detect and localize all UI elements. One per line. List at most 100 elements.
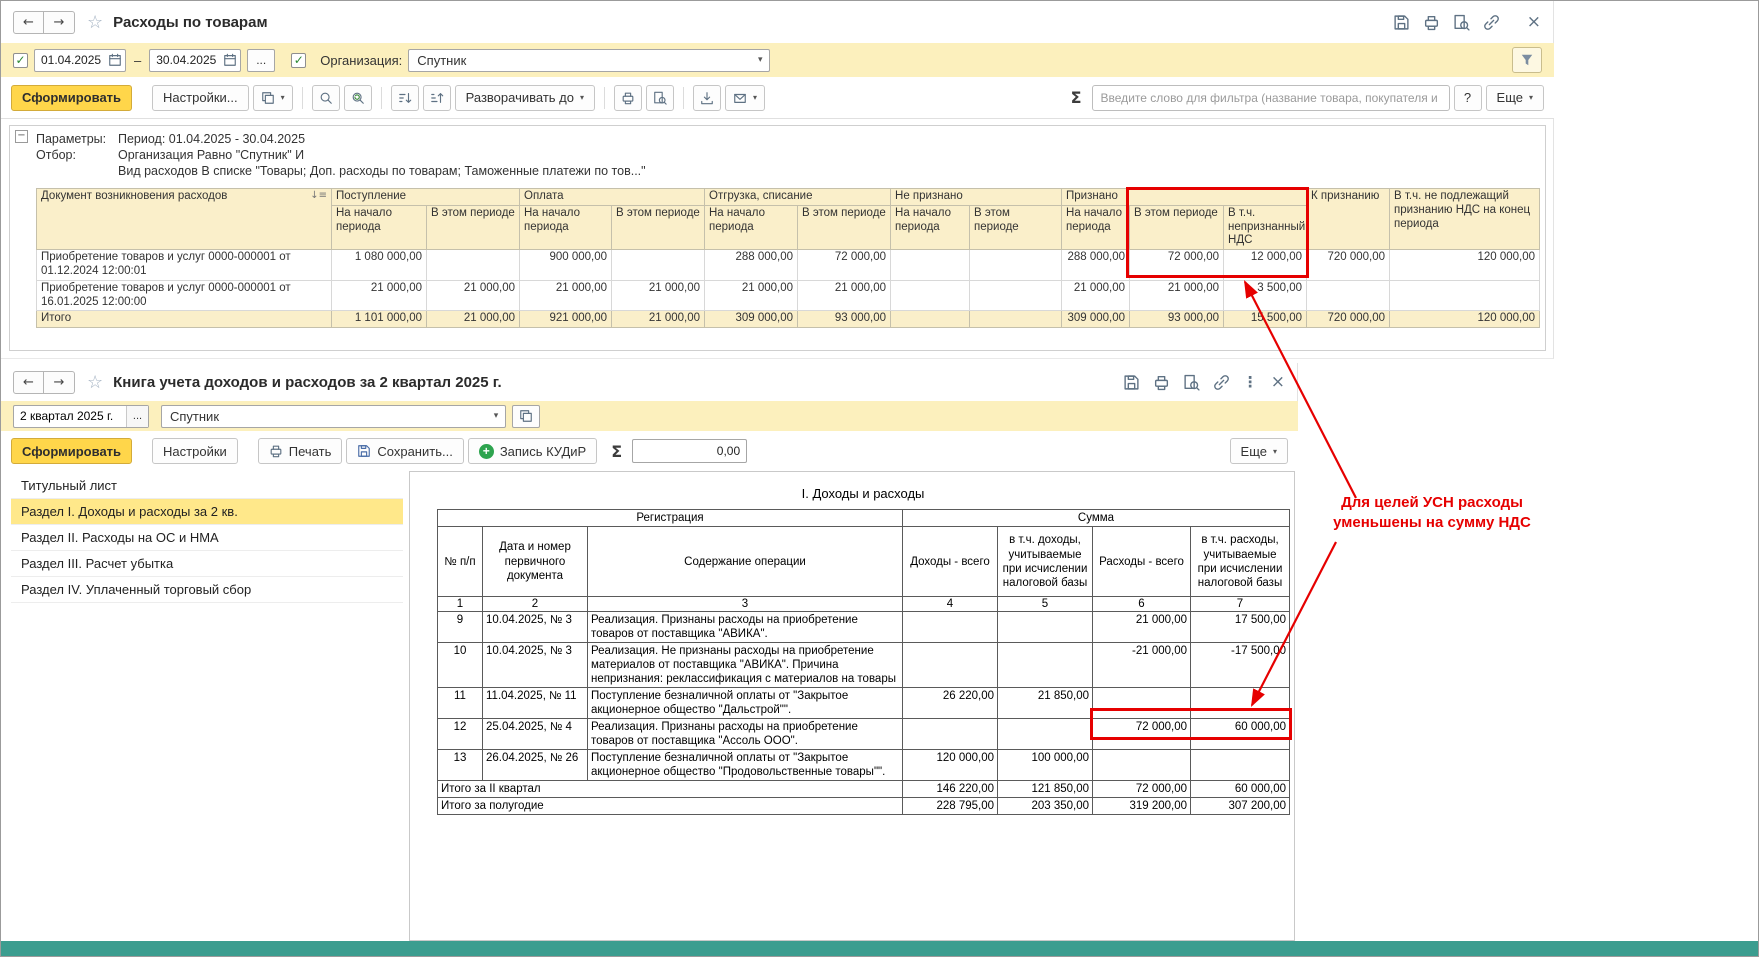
cell[interactable]: 93 000,00: [798, 311, 891, 328]
date-from-input[interactable]: [35, 53, 105, 67]
cell[interactable]: [1093, 750, 1191, 781]
cell[interactable]: 720 000,00: [1307, 311, 1390, 328]
cell[interactable]: 1 101 000,00: [332, 311, 427, 328]
cell[interactable]: 203 350,00: [998, 798, 1093, 815]
cell[interactable]: 307 200,00: [1191, 798, 1290, 815]
period-input[interactable]: [14, 409, 126, 423]
cell[interactable]: 720 000,00: [1307, 250, 1390, 281]
cell[interactable]: 9: [438, 612, 483, 643]
org-combo[interactable]: Спутник ▾: [161, 405, 506, 428]
link-icon[interactable]: [1483, 14, 1500, 31]
cell[interactable]: 21 000,00: [798, 280, 891, 311]
period-checkbox[interactable]: ✓: [13, 53, 28, 68]
sum-field[interactable]: [632, 439, 747, 463]
more-button[interactable]: Еще▾: [1486, 85, 1544, 111]
cell[interactable]: 121 850,00: [998, 781, 1093, 798]
expand-to-button[interactable]: Разворачивать до▾: [455, 85, 595, 111]
cell[interactable]: 309 000,00: [1062, 311, 1130, 328]
cell[interactable]: 26 220,00: [903, 688, 998, 719]
cell[interactable]: -17 500,00: [1191, 643, 1290, 688]
org-combo[interactable]: Спутник ▾: [408, 49, 770, 72]
cell[interactable]: [998, 719, 1093, 750]
period-more-button[interactable]: ...: [126, 406, 148, 427]
back-button[interactable]: ←: [13, 371, 44, 394]
cell[interactable]: [970, 280, 1062, 311]
cell[interactable]: 12: [438, 719, 483, 750]
cell[interactable]: 26.04.2025, № 26: [483, 750, 588, 781]
cell[interactable]: Реализация. Признаны расходы на приобрет…: [588, 612, 903, 643]
cell[interactable]: 319 200,00: [1093, 798, 1191, 815]
cell[interactable]: 25.04.2025, № 4: [483, 719, 588, 750]
cell[interactable]: 21 850,00: [998, 688, 1093, 719]
cell[interactable]: Поступление безналичной оплаты от "Закры…: [588, 750, 903, 781]
cell[interactable]: Реализация. Признаны расходы на приобрет…: [588, 719, 903, 750]
org-checkbox[interactable]: ✓: [291, 53, 306, 68]
cell[interactable]: 900 000,00: [520, 250, 612, 281]
sort-icon[interactable]: ↓≡: [310, 190, 327, 204]
calendar-icon[interactable]: [220, 50, 240, 71]
cell-total-label[interactable]: Итого за полугодие: [438, 798, 903, 815]
calendar-icon[interactable]: [105, 50, 125, 71]
search-next-icon[interactable]: [344, 85, 372, 111]
cell[interactable]: [427, 250, 520, 281]
cell[interactable]: 21 000,00: [427, 280, 520, 311]
cell-total-label[interactable]: Итого: [37, 311, 332, 328]
forward-button[interactable]: →: [44, 371, 75, 394]
cell[interactable]: [1093, 688, 1191, 719]
cell[interactable]: 1 080 000,00: [332, 250, 427, 281]
settings-button[interactable]: Настройки...: [152, 85, 249, 111]
cell[interactable]: [1390, 280, 1540, 311]
collapse-icon[interactable]: −: [15, 130, 28, 143]
cell[interactable]: 72 000,00: [1093, 719, 1191, 750]
cell[interactable]: 146 220,00: [903, 781, 998, 798]
cell[interactable]: 21 000,00: [1062, 280, 1130, 311]
cell[interactable]: 21 000,00: [427, 311, 520, 328]
cell[interactable]: 17 500,00: [1191, 612, 1290, 643]
sidebar-item-section3[interactable]: Раздел III. Расчет убытка: [11, 551, 403, 577]
open-org-icon[interactable]: [512, 405, 540, 428]
cell[interactable]: 72 000,00: [1130, 250, 1224, 281]
forward-button[interactable]: →: [44, 11, 75, 34]
period-more-button[interactable]: ...: [247, 49, 275, 72]
cell[interactable]: -21 000,00: [1093, 643, 1191, 688]
cell[interactable]: [998, 612, 1093, 643]
cell[interactable]: 72 000,00: [1093, 781, 1191, 798]
help-button[interactable]: ?: [1454, 85, 1482, 111]
find-icon[interactable]: [1183, 374, 1200, 391]
print-button[interactable]: Печать: [258, 438, 343, 464]
cell[interactable]: [1191, 688, 1290, 719]
cell[interactable]: [612, 250, 705, 281]
cell[interactable]: 120 000,00: [1390, 250, 1540, 281]
cell[interactable]: 21 000,00: [332, 280, 427, 311]
cell[interactable]: 93 000,00: [1130, 311, 1224, 328]
cell[interactable]: [891, 280, 970, 311]
cell[interactable]: 21 000,00: [612, 311, 705, 328]
cell[interactable]: 10.04.2025, № 3: [483, 612, 588, 643]
cell[interactable]: [891, 311, 970, 328]
date-to-input[interactable]: [150, 53, 220, 67]
cell[interactable]: [1191, 750, 1290, 781]
save-icon[interactable]: [1393, 14, 1410, 31]
print-icon[interactable]: [1423, 14, 1440, 31]
cell[interactable]: 10.04.2025, № 3: [483, 643, 588, 688]
print-icon[interactable]: [614, 85, 642, 111]
cell[interactable]: 3 500,00: [1224, 280, 1307, 311]
back-button[interactable]: ←: [13, 11, 44, 34]
cell-document[interactable]: Приобретение товаров и услуг 0000-000001…: [37, 280, 332, 311]
more-button[interactable]: Еще▾: [1230, 438, 1288, 464]
sidebar-item-section1[interactable]: Раздел I. Доходы и расходы за 2 кв.: [11, 499, 403, 525]
email-icon[interactable]: ▾: [725, 85, 765, 111]
cell[interactable]: 100 000,00: [998, 750, 1093, 781]
cell[interactable]: 921 000,00: [520, 311, 612, 328]
print-icon[interactable]: [1153, 374, 1170, 391]
quick-filter-input[interactable]: [1092, 85, 1450, 111]
col-header-document[interactable]: Документ возникновения расходов↓≡: [37, 189, 332, 250]
chevron-down-icon[interactable]: ▾: [487, 406, 505, 427]
cell[interactable]: [903, 719, 998, 750]
cell-document[interactable]: Приобретение товаров и услуг 0000-000001…: [37, 250, 332, 281]
cell[interactable]: 11.04.2025, № 11: [483, 688, 588, 719]
generate-button[interactable]: Сформировать: [11, 85, 132, 111]
sort-ascending-icon[interactable]: [423, 85, 451, 111]
favorite-star-icon[interactable]: ☆: [87, 372, 103, 393]
kudir-entry-button[interactable]: +Запись КУДиР: [468, 438, 597, 464]
